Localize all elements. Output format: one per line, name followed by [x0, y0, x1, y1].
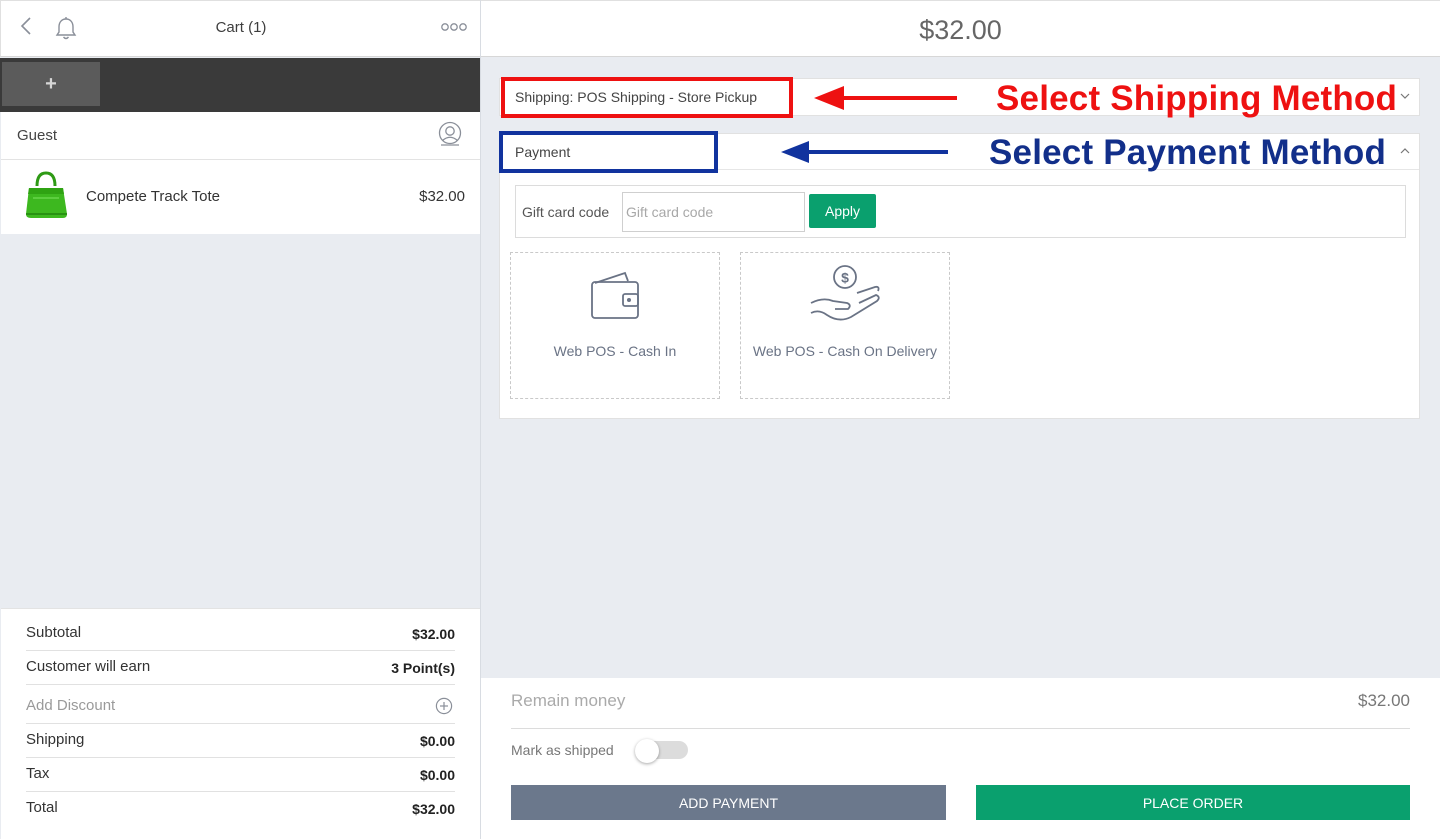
total-row: Total $32.00	[26, 799, 455, 826]
shipping-row: Shipping $0.00	[26, 731, 455, 758]
chevron-up-icon[interactable]	[1399, 145, 1411, 157]
mark-shipped-toggle[interactable]	[635, 739, 688, 763]
cart-totals: Subtotal $32.00 Customer will earn 3 Poi…	[1, 608, 480, 839]
add-discount-row[interactable]: Add Discount	[26, 697, 455, 724]
earn-points-value: 3 Point(s)	[391, 660, 455, 676]
payment-highlight-box	[499, 131, 718, 173]
total-value: $32.00	[412, 801, 455, 817]
earn-points-row: Customer will earn 3 Point(s)	[26, 658, 455, 685]
remain-money-label: Remain money	[511, 691, 626, 710]
remain-money-value: $32.00	[1358, 691, 1410, 710]
apply-gift-card-button[interactable]: Apply	[809, 194, 876, 228]
grand-total: $32.00	[919, 15, 1002, 45]
hand-coin-icon: $	[810, 265, 880, 321]
shipping-annotation-text: Select Shipping Method	[996, 79, 1398, 118]
gift-card-label: Gift card code	[522, 204, 610, 220]
pos-app: Cart (1) + Guest Compete Track Tote $32.…	[0, 0, 1440, 839]
checkout-footer: Remain money $32.00 Mark as shipped ADD …	[481, 678, 1440, 839]
cart-title: Cart (1)	[215, 19, 267, 36]
place-order-button[interactable]: PLACE ORDER	[976, 785, 1410, 820]
user-icon[interactable]	[438, 121, 462, 149]
shipping-label: Shipping	[26, 731, 85, 748]
payment-method-label: Web POS - Cash On Delivery	[752, 343, 938, 359]
gift-card-form: Gift card code Apply	[515, 185, 1406, 238]
cart-item-price: $32.00	[419, 188, 465, 205]
payment-method-cash-in[interactable]: Web POS - Cash In	[510, 252, 720, 399]
blue-arrow-icon	[781, 141, 948, 163]
gift-card-input[interactable]	[622, 192, 805, 232]
add-payment-button[interactable]: ADD PAYMENT	[511, 785, 946, 820]
earn-points-label: Customer will earn	[26, 658, 151, 675]
tax-value: $0.00	[419, 767, 455, 783]
svg-text:$: $	[841, 270, 849, 286]
payment-section: Payment Gift card code Apply Web POS - C…	[499, 133, 1420, 419]
toggle-knob	[635, 739, 659, 763]
customer-name: Guest	[17, 127, 58, 144]
plus-circle-icon[interactable]	[435, 697, 453, 715]
payment-method-cash-on-delivery[interactable]: $ Web POS - Cash On Delivery	[740, 252, 950, 399]
checkout-header: $32.00	[481, 0, 1440, 57]
payment-annotation-text: Select Payment Method	[989, 133, 1387, 172]
subtotal-row: Subtotal $32.00	[26, 624, 455, 651]
tax-label: Tax	[26, 765, 50, 782]
checkout-panel: $32.00 Shipping: POS Shipping - Store Pi…	[481, 0, 1440, 839]
red-arrow-icon	[814, 86, 957, 110]
cart-tabs-bar: +	[0, 58, 480, 112]
cart-item-name: Compete Track Tote	[86, 188, 220, 205]
total-label: Total	[26, 799, 58, 816]
tax-row: Tax $0.00	[26, 765, 455, 792]
ellipsis-icon[interactable]	[440, 19, 468, 35]
chevron-down-icon[interactable]	[1399, 90, 1411, 102]
product-thumbnail	[26, 171, 67, 218]
subtotal-value: $32.00	[412, 626, 455, 642]
cart-item[interactable]: Compete Track Tote $32.00	[1, 160, 480, 234]
add-cart-tab-button[interactable]: +	[2, 62, 100, 106]
shipping-highlight-box	[501, 77, 793, 118]
cart-panel: Cart (1) + Guest Compete Track Tote $32.…	[0, 0, 481, 839]
cart-header: Cart (1)	[0, 0, 480, 57]
payment-method-label: Web POS - Cash In	[553, 343, 677, 359]
shipping-value: $0.00	[419, 733, 455, 749]
mark-shipped-label: Mark as shipped	[511, 742, 614, 758]
wallet-icon	[591, 271, 639, 319]
customer-row[interactable]: Guest	[1, 112, 480, 160]
subtotal-label: Subtotal	[26, 624, 82, 641]
add-discount-label[interactable]: Add Discount	[26, 697, 115, 714]
divider	[511, 728, 1410, 729]
